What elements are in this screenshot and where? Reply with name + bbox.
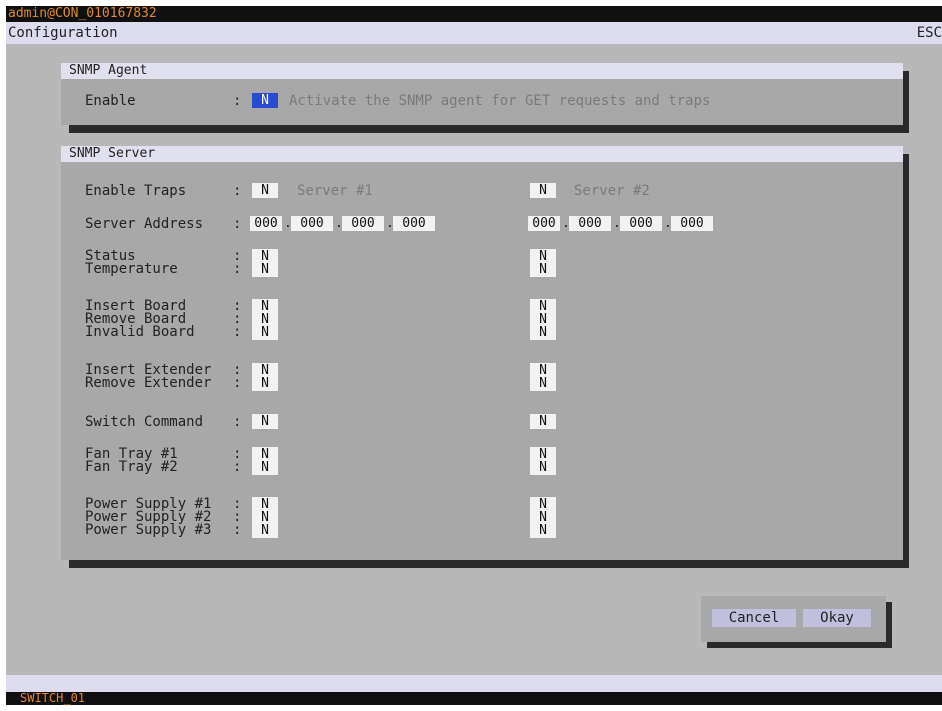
device-label: SWITCH_01 [20, 691, 86, 705]
panel-shadow [903, 71, 909, 133]
server2-address-octet-1[interactable]: 000 [528, 216, 560, 231]
server2-enable-traps-field[interactable]: N [530, 183, 556, 198]
status-line [6, 675, 942, 692]
enable-traps-label: Enable Traps [85, 183, 187, 199]
server2-board-group: N N N [530, 299, 556, 340]
server2-extender-group: N N [530, 363, 556, 391]
panel-shadow [707, 642, 892, 648]
server2-address-octet-3[interactable]: 000 [620, 216, 662, 231]
server1-invalid-board-field[interactable]: N [252, 326, 278, 339]
snmp-agent-panel: SNMP Agent Enable : N Activate the SNMP … [61, 63, 903, 125]
server2-power-group: N N N [530, 497, 556, 538]
server1-address-octet-3[interactable]: 000 [342, 216, 384, 231]
server2-name: Server #2 [574, 183, 650, 199]
temperature-label: Temperature [85, 261, 178, 277]
user-bar: admin@CON_010167832 [6, 6, 942, 22]
user-label: admin@CON_010167832 [8, 6, 157, 21]
colon: : [233, 375, 242, 391]
snmp-server-panel: SNMP Server Enable Traps : N Server #1 N… [61, 146, 903, 560]
colon: : [233, 459, 242, 475]
colon: : [233, 183, 242, 199]
colon: : [233, 216, 242, 232]
snmp-agent-header: SNMP Agent [61, 63, 903, 79]
snmp-server-header: SNMP Server [61, 146, 903, 162]
enable-label: Enable [85, 93, 136, 109]
fan-tray-2-label: Fan Tray #2 [85, 459, 178, 475]
server2-remove-extender-field[interactable]: N [530, 377, 556, 390]
server1-address-octet-2[interactable]: 000 [291, 216, 333, 231]
colon: : [233, 414, 242, 430]
remove-extender-label: Remove Extender [85, 375, 212, 391]
server1-fan-group: N N [252, 447, 278, 475]
esc-button[interactable]: ESC [917, 22, 942, 44]
server1-name: Server #1 [297, 183, 373, 199]
panel-shadow [69, 560, 909, 568]
server1-fan-tray-2-field[interactable]: N [252, 461, 278, 474]
panel-shadow [903, 154, 909, 568]
server1-power-supply-3-field[interactable]: N [252, 524, 278, 537]
server1-switch-command-field[interactable]: N [252, 414, 278, 429]
server2-address-octet-4[interactable]: 000 [671, 216, 713, 231]
server1-address-octet-4[interactable]: 000 [393, 216, 435, 231]
server-address-label: Server Address [85, 216, 204, 232]
cancel-button[interactable]: Cancel [712, 609, 796, 627]
server2-power-supply-3-field[interactable]: N [530, 524, 556, 537]
server1-address-octet-1[interactable]: 000 [250, 216, 282, 231]
panel-shadow [69, 125, 909, 133]
okay-button[interactable]: Okay [803, 609, 871, 627]
server2-fan-group: N N [530, 447, 556, 475]
server1-extender-group: N N [252, 363, 278, 391]
server1-power-group: N N N [252, 497, 278, 538]
server1-board-group: N N N [252, 299, 278, 340]
server1-remove-extender-field[interactable]: N [252, 377, 278, 390]
server2-switch-command-field[interactable]: N [530, 414, 556, 429]
title-bar: Configuration ESC [6, 22, 942, 44]
server1-enable-traps-field[interactable]: N [252, 183, 278, 198]
colon: : [233, 93, 242, 109]
colon: : [233, 261, 242, 277]
switch-command-label: Switch Command [85, 414, 204, 430]
server2-address-octet-2[interactable]: 000 [569, 216, 611, 231]
colon: : [233, 522, 242, 538]
console-screen: admin@CON_010167832 Configuration ESC SN… [6, 6, 942, 705]
server2-status-group: N N [530, 249, 556, 277]
power-supply-3-label: Power Supply #3 [85, 522, 212, 538]
server2-temperature-field[interactable]: N [530, 263, 556, 276]
server2-fan-tray-2-field[interactable]: N [530, 461, 556, 474]
server1-temperature-field[interactable]: N [252, 263, 278, 276]
invalid-board-label: Invalid Board [85, 324, 195, 340]
snmp-agent-enable-field[interactable]: N [252, 93, 278, 108]
device-bar: SWITCH_01 [6, 692, 942, 705]
colon: : [233, 324, 242, 340]
server1-status-group: N N [252, 249, 278, 277]
server2-invalid-board-field[interactable]: N [530, 326, 556, 339]
enable-hint: Activate the SNMP agent for GET requests… [289, 93, 711, 109]
page-title: Configuration [8, 25, 118, 41]
